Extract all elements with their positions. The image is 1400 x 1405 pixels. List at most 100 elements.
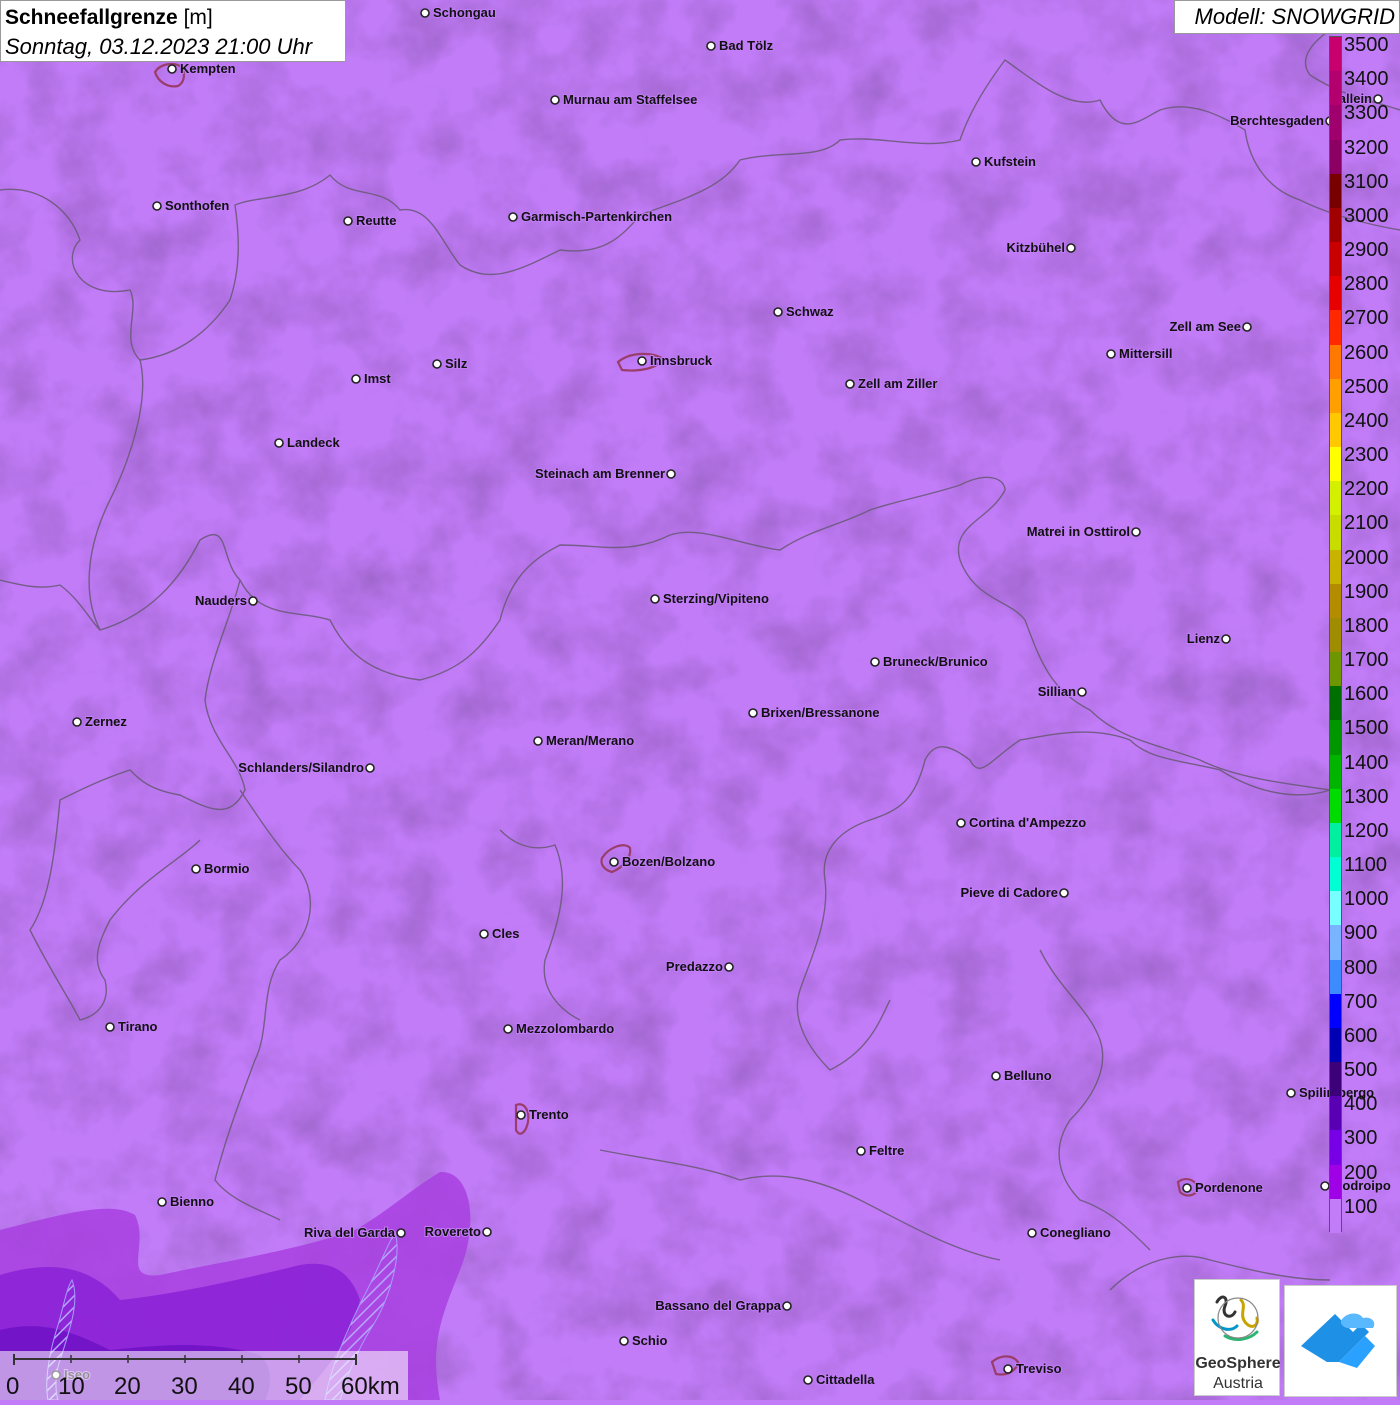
legend-label-2400: 2400 bbox=[1344, 409, 1389, 432]
legend-swatch-1200 bbox=[1330, 822, 1341, 858]
city-marker[interactable]: Schongau bbox=[420, 4, 497, 21]
city-label: Rovereto bbox=[425, 1224, 481, 1239]
legend-swatch-600 bbox=[1330, 1027, 1341, 1063]
city-label: Zernez bbox=[85, 714, 127, 729]
city-label: Conegliano bbox=[1040, 1225, 1111, 1240]
legend-label-500: 500 bbox=[1344, 1059, 1378, 1082]
city-label: Bassano del Grappa bbox=[655, 1298, 781, 1313]
legend-label-2000: 2000 bbox=[1344, 546, 1389, 569]
city-marker[interactable]: Berchtesgaden bbox=[1229, 112, 1335, 129]
legend-label-2100: 2100 bbox=[1344, 512, 1389, 535]
city-dot bbox=[619, 1336, 629, 1346]
city-marker[interactable]: Bruneck/Brunico bbox=[870, 653, 989, 670]
city-dot bbox=[432, 359, 442, 369]
city-marker[interactable]: Kitzbühel bbox=[1006, 239, 1076, 256]
city-dot bbox=[971, 157, 981, 167]
legend-swatch-3300 bbox=[1330, 105, 1341, 140]
legend-label-1500: 1500 bbox=[1344, 717, 1389, 740]
geosphere-logo[interactable]: GeoSphere Austria bbox=[1194, 1279, 1281, 1396]
city-dot bbox=[1066, 243, 1076, 253]
city-label: Lienz bbox=[1187, 631, 1221, 646]
city-marker[interactable]: Murnau am Staffelsee bbox=[550, 91, 698, 108]
legend-swatch-400 bbox=[1330, 1096, 1341, 1131]
legend-label-700: 700 bbox=[1344, 990, 1378, 1013]
city-marker[interactable]: Steinach am Brenner bbox=[534, 465, 676, 482]
city-label: Cittadella bbox=[816, 1372, 875, 1387]
city-marker[interactable]: Schlanders/Silandro bbox=[237, 759, 375, 776]
scale-label-40: 40 bbox=[228, 1373, 255, 1400]
city-marker[interactable]: Brixen/Bressanone bbox=[748, 704, 881, 721]
legend-swatch-1500 bbox=[1330, 720, 1341, 756]
legend-swatch-200 bbox=[1330, 1164, 1341, 1200]
city-label: Schongau bbox=[433, 5, 496, 20]
scale-label-60km: 60km bbox=[341, 1373, 400, 1400]
legend-swatch-2000 bbox=[1330, 549, 1341, 585]
legend-label-300: 300 bbox=[1344, 1127, 1378, 1150]
city-marker[interactable]: Meran/Merano bbox=[533, 732, 635, 749]
city-label: Schio bbox=[632, 1333, 667, 1348]
city-dot bbox=[1221, 634, 1231, 644]
legend-swatch-1700 bbox=[1330, 652, 1341, 687]
city-marker[interactable]: Zell am See bbox=[1168, 318, 1252, 335]
city-dot bbox=[1077, 687, 1087, 697]
legend-label-2700: 2700 bbox=[1344, 307, 1389, 330]
city-label: Cles bbox=[492, 926, 519, 941]
city-marker[interactable]: Matrei in Osttirol bbox=[1026, 523, 1141, 540]
city-dot bbox=[533, 736, 543, 746]
city-label: Matrei in Osttirol bbox=[1027, 524, 1130, 539]
city-marker[interactable]: Conegliano bbox=[1027, 1224, 1112, 1241]
partner-logo[interactable] bbox=[1284, 1285, 1397, 1397]
city-marker[interactable]: Mezzolombardo bbox=[503, 1020, 615, 1037]
legend-label-1000: 1000 bbox=[1344, 888, 1389, 911]
city-dot bbox=[365, 763, 375, 773]
city-dot bbox=[248, 596, 258, 606]
city-dot bbox=[1027, 1228, 1037, 1238]
legend-swatch-500 bbox=[1330, 1062, 1341, 1097]
legend-label-1900: 1900 bbox=[1344, 580, 1389, 603]
city-label: Bruneck/Brunico bbox=[883, 654, 988, 669]
legend-label-3300: 3300 bbox=[1344, 102, 1389, 125]
variable-unit: [m] bbox=[183, 6, 213, 29]
color-legend bbox=[1329, 36, 1342, 1234]
city-marker[interactable]: Bozen/Bolzano bbox=[609, 853, 716, 870]
city-dot bbox=[516, 1110, 526, 1120]
city-dot bbox=[191, 864, 201, 874]
city-marker[interactable]: Garmisch-Partenkirchen bbox=[508, 208, 673, 225]
city-marker[interactable]: Pieve di Cadore bbox=[959, 884, 1069, 901]
legend-label-2900: 2900 bbox=[1344, 239, 1389, 262]
legend-swatch-1300 bbox=[1330, 788, 1341, 824]
city-marker[interactable]: Pordenone bbox=[1182, 1179, 1264, 1196]
legend-label-1200: 1200 bbox=[1344, 819, 1389, 842]
city-marker[interactable]: Zell am Ziller bbox=[845, 375, 938, 392]
city-dot bbox=[1059, 888, 1069, 898]
city-dot bbox=[396, 1228, 406, 1238]
legend-label-1300: 1300 bbox=[1344, 785, 1389, 808]
city-dot bbox=[550, 95, 560, 105]
city-marker[interactable]: Sterzing/Vipiteno bbox=[650, 590, 770, 607]
city-dot bbox=[782, 1301, 792, 1311]
city-marker[interactable]: Cortina d'Ampezzo bbox=[956, 814, 1087, 831]
variable-name: Schneefallgrenze bbox=[5, 6, 178, 29]
city-dot bbox=[650, 594, 660, 604]
city-marker[interactable]: Bassano del Grappa bbox=[654, 1297, 792, 1314]
legend-label-200: 200 bbox=[1344, 1161, 1378, 1184]
city-dot bbox=[1003, 1364, 1013, 1374]
scale-label-20: 20 bbox=[114, 1373, 141, 1400]
city-dot bbox=[508, 212, 518, 222]
legend-swatch-3200 bbox=[1330, 139, 1341, 175]
legend-label-2800: 2800 bbox=[1344, 273, 1389, 296]
snowfall-limit-map[interactable]: Schongau Bad Tölz Kempten Murnau am Staffel… bbox=[0, 0, 1400, 1400]
city-marker[interactable]: Innsbruck bbox=[637, 352, 714, 369]
city-label: Kitzbühel bbox=[1007, 240, 1066, 255]
city-dot bbox=[991, 1071, 1001, 1081]
city-dot bbox=[1106, 349, 1116, 359]
city-marker[interactable]: Sonthofen bbox=[152, 197, 230, 214]
city-marker[interactable]: Predazzo bbox=[665, 958, 734, 975]
city-dot bbox=[773, 307, 783, 317]
city-label: Brixen/Bressanone bbox=[761, 705, 880, 720]
legend-label-3500: 3500 bbox=[1344, 34, 1389, 56]
geosphere-subname: Austria bbox=[1213, 1375, 1263, 1392]
city-dot bbox=[503, 1024, 513, 1034]
city-marker[interactable]: Riva del Garda bbox=[303, 1224, 406, 1241]
legend-swatch-100 bbox=[1330, 1198, 1341, 1234]
